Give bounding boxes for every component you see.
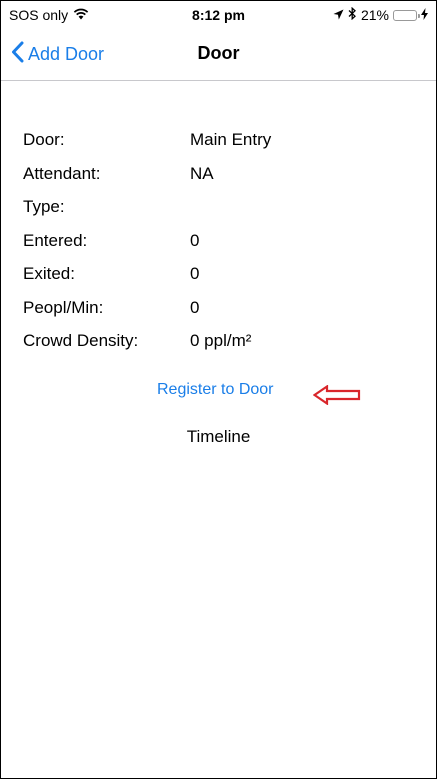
detail-label: Peopl/Min: <box>23 297 104 317</box>
battery-icon <box>393 9 420 21</box>
detail-row-crowd-density: Crowd Density: 0 ppl/m² <box>23 330 403 364</box>
screen: SOS only 8:12 pm 21% Add Door Door Door:… <box>0 0 437 779</box>
status-bar: SOS only 8:12 pm 21% <box>1 1 436 29</box>
detail-row-exited: Exited: 0 <box>23 263 403 297</box>
bluetooth-icon <box>348 6 357 23</box>
detail-value: 0 <box>190 230 200 250</box>
detail-label: Attendant: <box>23 163 101 183</box>
location-icon <box>333 7 344 23</box>
detail-label: Exited: <box>23 264 75 283</box>
timeline-label[interactable]: Timeline <box>1 427 436 447</box>
detail-row-attendant: Attendant: NA <box>23 163 403 197</box>
page-title: Door <box>197 43 240 63</box>
detail-row-door: Door: Main Entry <box>23 129 403 163</box>
status-right: 21% <box>333 6 428 23</box>
detail-value <box>190 196 403 230</box>
detail-label: Door: <box>23 130 65 149</box>
detail-row-people-per-min: Peopl/Min: 0 <box>23 297 403 331</box>
detail-value: NA <box>190 163 214 183</box>
door-details: Door: Main Entry Attendant: NA Type: Ent… <box>23 129 403 364</box>
detail-value: 0 <box>190 297 200 317</box>
battery-percent: 21% <box>360 7 389 23</box>
detail-value: 0 ppl/m² <box>190 331 252 350</box>
detail-label: Type: <box>23 197 65 216</box>
detail-label: Entered: <box>23 230 88 250</box>
register-to-door-button[interactable]: Register to Door <box>157 381 274 399</box>
navigation-bar: Add Door Door <box>1 29 436 81</box>
battery-tip <box>418 13 420 18</box>
arrow-left-icon <box>312 384 361 410</box>
detail-value: Main Entry <box>190 130 272 149</box>
detail-row-type: Type: <box>23 196 403 230</box>
charging-icon <box>421 7 428 23</box>
detail-value: 0 <box>190 264 200 283</box>
detail-row-entered: Entered: 0 <box>23 230 403 264</box>
detail-label: Crowd Density: <box>23 331 139 350</box>
